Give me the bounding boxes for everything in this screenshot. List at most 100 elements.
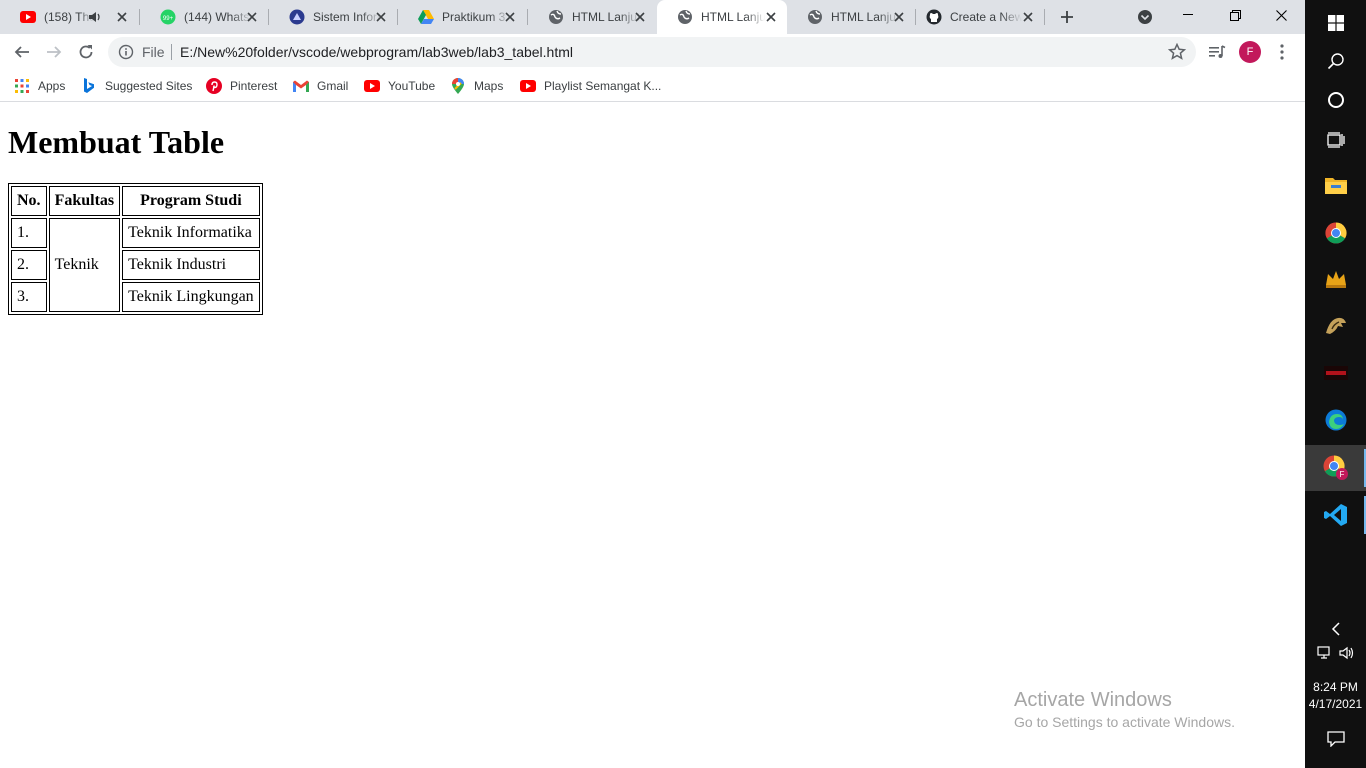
menu-kebab-icon[interactable] — [1272, 42, 1292, 62]
bookmark-label: YouTube — [388, 79, 436, 93]
close-tab-icon[interactable] — [244, 9, 260, 25]
edge-icon[interactable] — [1305, 397, 1366, 443]
youtube-icon — [364, 78, 380, 94]
network-icon[interactable] — [1316, 645, 1333, 663]
tab-whatsapp[interactable]: 99+ (144) WhatsApp — [140, 0, 268, 34]
bookmark-star-icon[interactable] — [1167, 42, 1187, 61]
program-cell: Teknik Informatika — [122, 218, 260, 248]
globe-icon — [548, 9, 564, 25]
tab-github[interactable]: Create a New — [916, 0, 1044, 34]
column-header: No. — [11, 186, 47, 216]
bookmark-label: Pinterest — [230, 79, 278, 93]
browser-window: (158) The 99+ (144) WhatsApp Sistem Info… — [0, 0, 1305, 768]
tab-praktikum[interactable]: Praktikum 3 — [398, 0, 526, 34]
globe-icon — [677, 9, 693, 25]
profile-avatar[interactable]: F — [1239, 41, 1261, 63]
info-icon[interactable] — [118, 44, 134, 60]
row-number: 3. — [11, 282, 47, 312]
tab-title: Praktikum 3 — [442, 10, 506, 24]
tray-icons[interactable] — [1305, 633, 1366, 675]
tab-html-lanjut-1[interactable]: HTML Lanjut — [528, 0, 656, 34]
table-header-row: No. Fakultas Program Studi — [11, 186, 260, 216]
forward-button[interactable] — [40, 38, 68, 66]
chrome-icon[interactable] — [1305, 210, 1366, 256]
speaker-icon[interactable] — [88, 10, 102, 24]
address-bar[interactable]: File E:/New%20folder/vscode/webprogram/l… — [108, 37, 1196, 67]
program-cell: Teknik Lingkungan — [122, 282, 260, 312]
svg-text:F: F — [1339, 470, 1344, 479]
bookmarks-bar: Apps Suggested Sites Pinterest Gmail You… — [0, 70, 1305, 102]
tab-title: Sistem Informasi — [313, 10, 381, 24]
google-drive-icon — [418, 9, 434, 25]
bookmark-label: Playlist Semangat K... — [544, 79, 662, 93]
minimize-button[interactable] — [1165, 0, 1211, 30]
svg-text:99+: 99+ — [163, 16, 174, 22]
close-tab-icon[interactable] — [373, 9, 389, 25]
tab-sistem-informasi[interactable]: Sistem Informasi — [269, 0, 397, 34]
tab-title: HTML Lanjut — [831, 10, 899, 24]
tab-html-lanjut-active[interactable]: HTML Lanjut — [657, 0, 787, 34]
page-content: Membuat Table No. Fakultas Program Studi… — [0, 103, 1305, 768]
maps-icon — [450, 78, 466, 94]
tab-search-icon[interactable] — [1136, 8, 1154, 26]
clock-date[interactable]: 4/17/2021 — [1305, 697, 1366, 711]
close-tab-icon[interactable] — [502, 9, 518, 25]
close-tab-icon[interactable] — [114, 9, 130, 25]
vscode-icon[interactable] — [1305, 492, 1366, 538]
divider — [171, 44, 172, 60]
page-title: Membuat Table — [8, 124, 225, 160]
tab-title: HTML Lanjut — [572, 10, 640, 24]
tab-title: (158) The — [44, 10, 94, 24]
tab-title: Create a New — [950, 10, 1022, 24]
bookmark-youtube[interactable]: YouTube — [364, 76, 435, 96]
apps-grid-icon — [14, 78, 30, 94]
action-center-icon[interactable] — [1305, 716, 1366, 762]
column-header: Fakultas — [48, 186, 121, 216]
tab-title: (144) WhatsApp — [184, 10, 252, 24]
tab-html-lanjut-3[interactable]: HTML Lanjut — [787, 0, 915, 34]
close-tab-icon[interactable] — [763, 9, 779, 25]
game-dragon-icon[interactable] — [1305, 303, 1366, 349]
faculty-table: No. Fakultas Program Studi 1. Teknik Tek… — [8, 183, 263, 315]
bookmark-pinterest[interactable]: Pinterest — [206, 76, 277, 96]
table-row: 1. Teknik Teknik Informatika — [11, 218, 260, 312]
restore-button[interactable] — [1212, 0, 1258, 30]
scheme-label: File — [142, 44, 165, 60]
bookmark-label: Gmail — [317, 79, 349, 93]
close-tab-icon[interactable] — [632, 9, 648, 25]
url-text[interactable]: E:/New%20folder/vscode/webprogram/lab3we… — [180, 44, 573, 60]
tab-strip: (158) The 99+ (144) WhatsApp Sistem Info… — [0, 0, 1305, 34]
bookmark-apps[interactable]: Apps — [14, 76, 65, 96]
bookmark-label: Suggested Sites — [105, 79, 193, 93]
new-tab-button[interactable] — [1056, 6, 1078, 28]
bookmark-maps[interactable]: Maps — [450, 76, 503, 96]
watermark-subtitle: Go to Settings to activate Windows. — [1014, 714, 1235, 730]
browser-toolbar: File E:/New%20folder/vscode/webprogram/l… — [0, 34, 1305, 70]
media-control-icon[interactable] — [1207, 42, 1227, 62]
bookmark-suggested-sites[interactable]: Suggested Sites — [81, 76, 192, 96]
close-tab-icon[interactable] — [891, 9, 907, 25]
volume-icon[interactable] — [1338, 646, 1355, 663]
close-tab-icon[interactable] — [1020, 9, 1036, 25]
faculty-cell: Teknik — [48, 218, 121, 312]
watermark-title: Activate Windows — [1014, 689, 1172, 711]
back-button[interactable] — [8, 38, 36, 66]
game-crown-icon[interactable] — [1305, 256, 1366, 302]
bookmark-playlist[interactable]: Playlist Semangat K... — [520, 76, 661, 96]
clock-time[interactable]: 8:24 PM — [1305, 680, 1366, 694]
bookmark-label: Maps — [474, 79, 504, 93]
game-banner-icon[interactable] — [1305, 350, 1366, 396]
whatsapp-icon: 99+ — [160, 9, 176, 25]
reload-button[interactable] — [72, 38, 100, 66]
windows-taskbar: F 8:24 PM 4/17/2021 — [1305, 0, 1366, 768]
close-window-button[interactable] — [1258, 0, 1304, 30]
task-view-icon[interactable] — [1305, 117, 1366, 163]
tab-separator — [1044, 9, 1045, 25]
bookmark-gmail[interactable]: Gmail — [293, 76, 348, 96]
chrome-profile-icon[interactable]: F — [1305, 445, 1366, 491]
file-explorer-icon[interactable] — [1305, 162, 1366, 208]
row-number: 2. — [11, 250, 47, 280]
tab-youtube[interactable]: (158) The — [0, 0, 138, 34]
column-header: Program Studi — [122, 186, 260, 216]
github-icon — [926, 9, 942, 25]
